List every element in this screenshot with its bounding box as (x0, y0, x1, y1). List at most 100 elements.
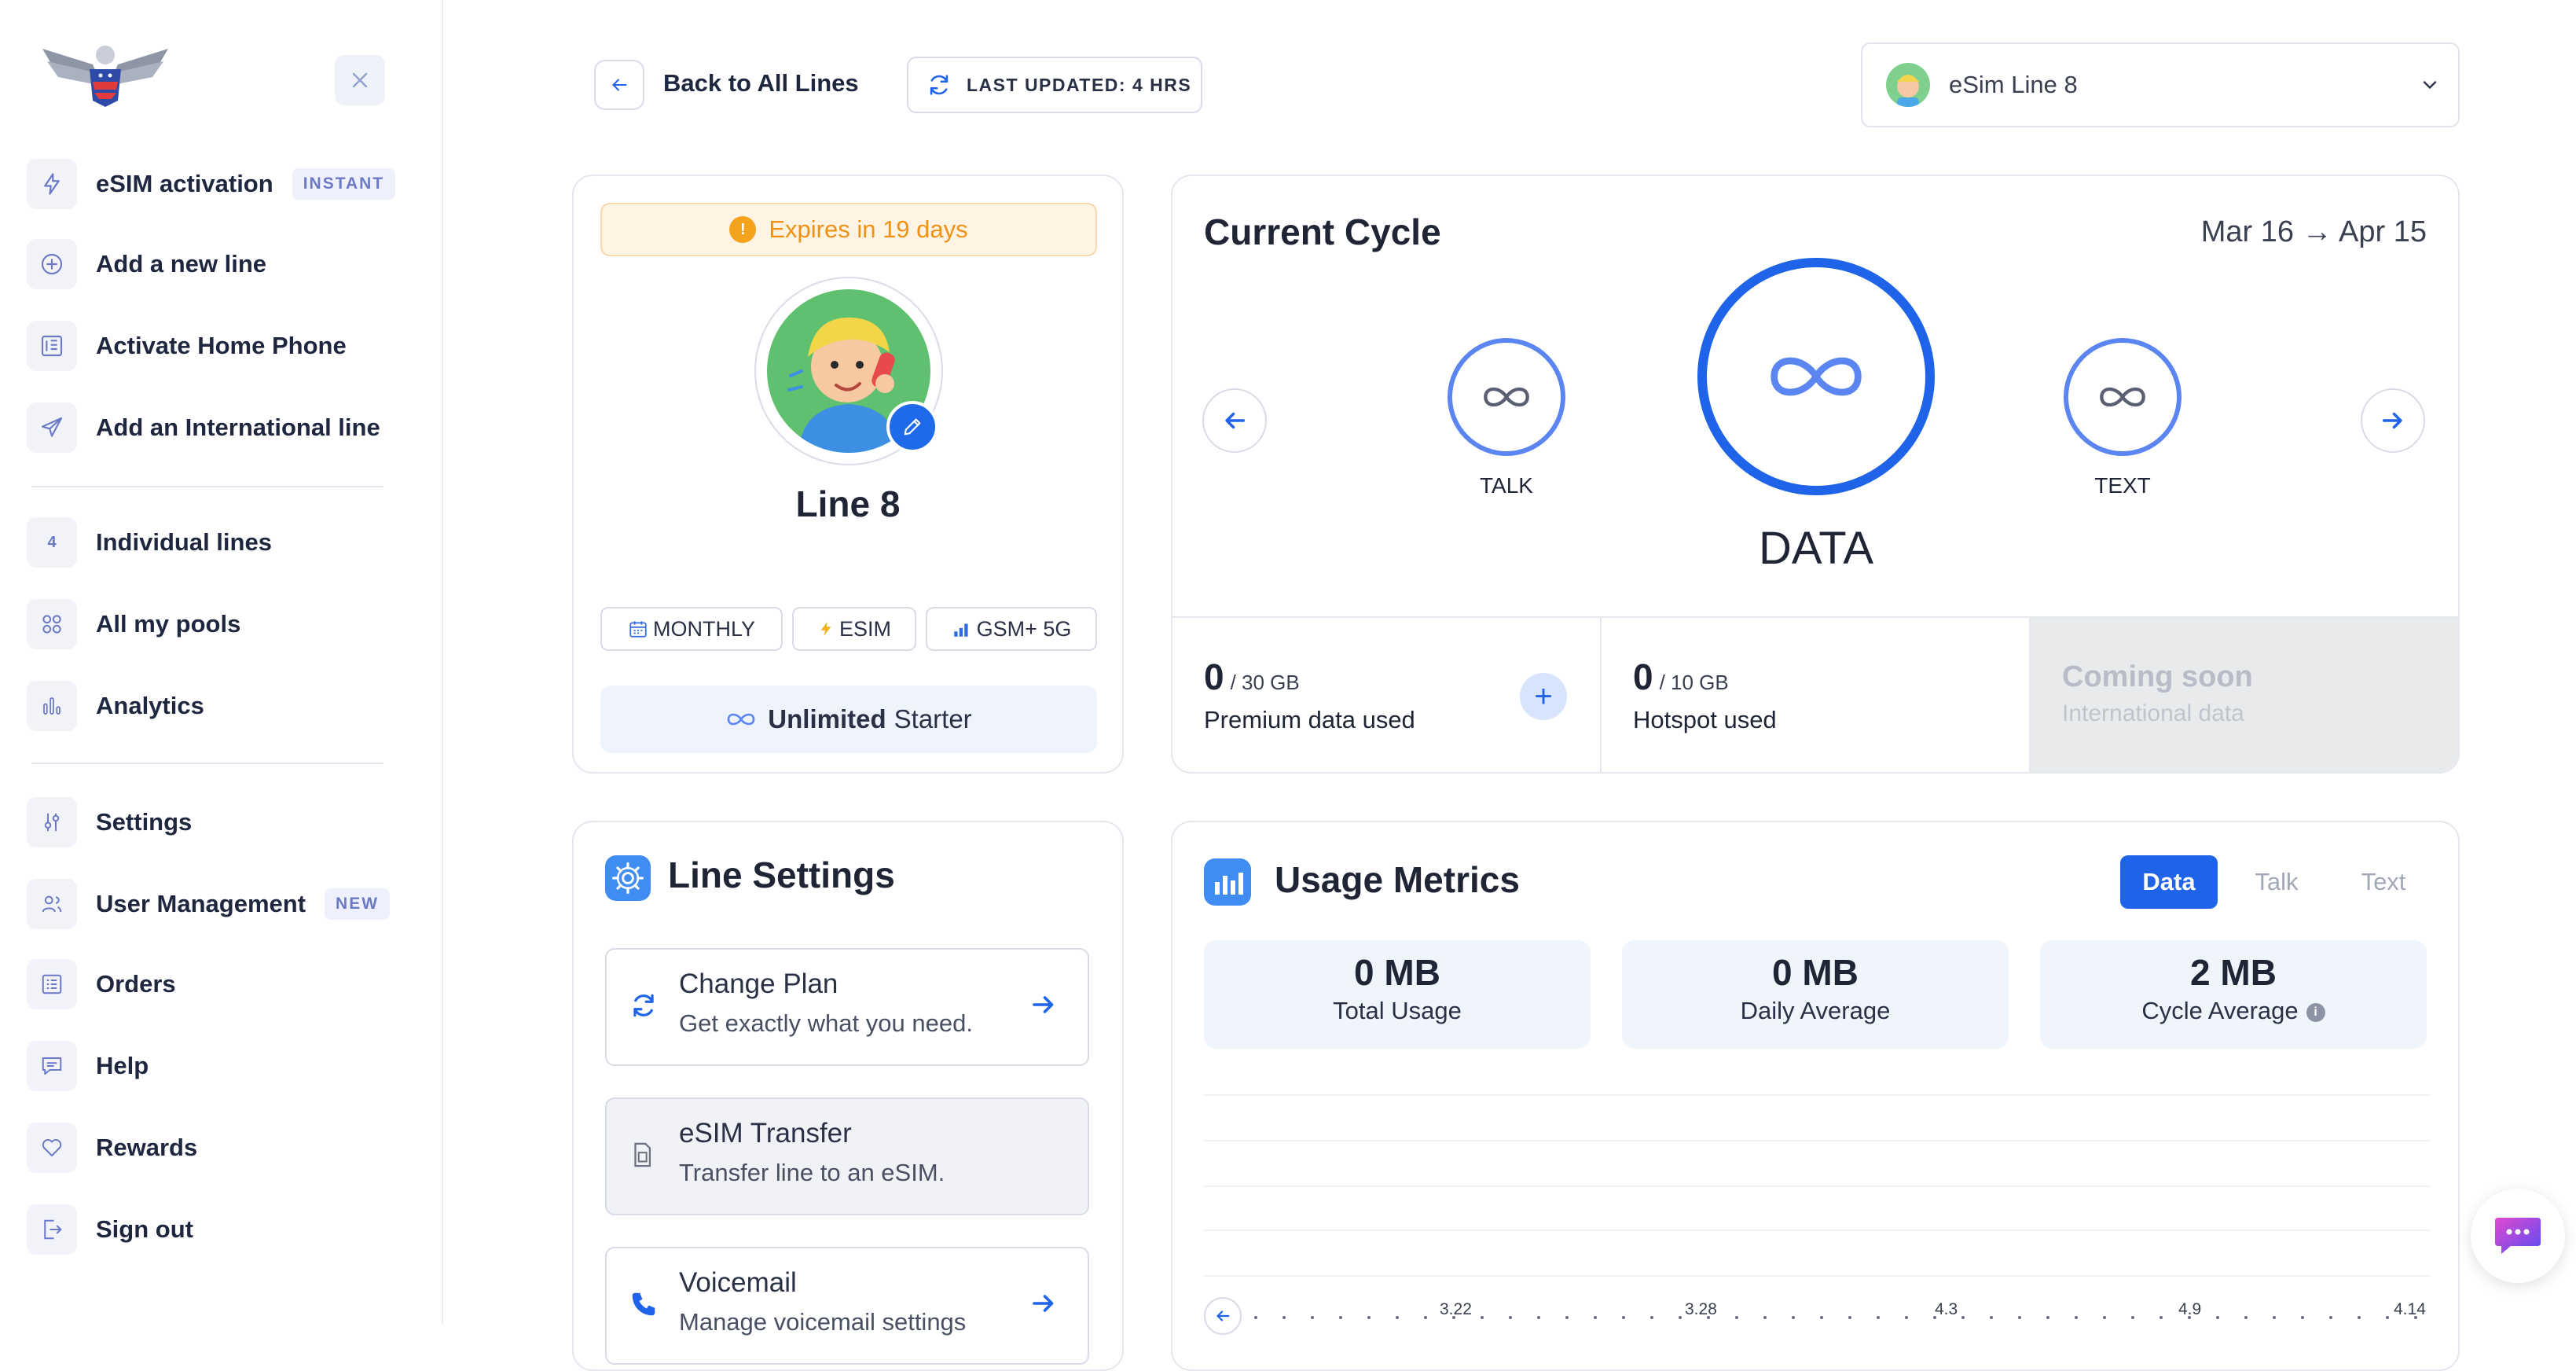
talk-ring[interactable] (1448, 338, 1565, 456)
setting-title: eSIM Transfer (679, 1118, 852, 1149)
phone-keypad-icon (27, 321, 77, 371)
usage-metrics-card: Usage Metrics Data Talk Text 0 MB Total … (1171, 821, 2460, 1371)
axis-dot (2386, 1316, 2389, 1319)
arrow-right-icon (1033, 996, 1054, 1013)
chart-x-axis: 3.22 3.28 4.3 4.9 4.14 (1204, 1294, 2430, 1341)
setting-subtitle: Transfer line to an eSIM. (679, 1159, 945, 1186)
nav-label: Analytics (96, 692, 204, 719)
nav-individual-lines[interactable]: 4 Individual lines (27, 517, 420, 568)
nav-activate-home-phone[interactable]: Activate Home Phone (27, 321, 420, 371)
axis-dot (2244, 1316, 2248, 1319)
nav-add-international-line[interactable]: Add an International line (27, 402, 420, 453)
nav-label: Help (96, 1052, 149, 1079)
axis-dot (1565, 1316, 1569, 1319)
nav-add-new-line[interactable]: Add a new line (27, 239, 420, 289)
back-button[interactable] (594, 60, 644, 110)
instant-badge: INSTANT (292, 168, 396, 200)
line-avatar (1886, 63, 1930, 107)
axis-dot (2273, 1316, 2276, 1319)
nav-label: Individual lines (96, 528, 272, 556)
nav-label: Rewards (96, 1134, 198, 1161)
plus-circle-icon (27, 239, 77, 289)
hotspot-stat: 0/ 10 GB Hotspot used (1602, 618, 2031, 772)
next-cycle-button[interactable] (2361, 388, 2425, 453)
nav-sign-out[interactable]: Sign out (27, 1204, 420, 1255)
back-to-all-lines-link[interactable]: Back to All Lines (663, 69, 859, 97)
esim-transfer-button[interactable]: eSIM Transfer Transfer line to an eSIM. (605, 1097, 1089, 1215)
plan-name-bar[interactable]: Unlimited Starter (600, 686, 1097, 753)
axis-tick-label: 4.3 (1935, 1300, 1958, 1318)
chart-gridline (1204, 1094, 2430, 1096)
axis-tick-label: 4.9 (2178, 1300, 2202, 1318)
nav-all-my-pools[interactable]: All my pools (27, 599, 420, 649)
nav-label: Sign out (96, 1215, 193, 1243)
nav-rewards[interactable]: Rewards (27, 1123, 420, 1173)
nav-orders[interactable]: Orders (27, 959, 420, 1009)
edit-avatar-button[interactable] (886, 401, 938, 453)
setting-title: Voicemail (679, 1267, 797, 1298)
tab-text[interactable]: Text (2340, 855, 2427, 909)
metric-value: 0 MB (1354, 952, 1440, 993)
pencil-icon (904, 418, 921, 436)
logo-icon[interactable] (38, 41, 173, 107)
info-icon[interactable]: i (2306, 1002, 2325, 1022)
axis-dot (1650, 1316, 1653, 1319)
calendar-icon (629, 621, 647, 638)
setting-title: Change Plan (679, 969, 838, 999)
text-ring[interactable] (2064, 338, 2182, 456)
international-data-stat: Coming soon International data (2031, 618, 2458, 772)
nav-label: User Management (96, 890, 306, 917)
nav-label: Settings (96, 808, 193, 836)
expiry-banner: ! Expires in 19 days (600, 203, 1097, 256)
arrow-right-icon (1033, 1295, 1054, 1312)
axis-dot (1877, 1316, 1880, 1319)
plan-name-rest: Starter (894, 704, 972, 733)
axis-dot (2075, 1316, 2078, 1319)
nav-settings[interactable]: Settings (27, 797, 420, 847)
voicemail-button[interactable]: Voicemail Manage voicemail settings (605, 1247, 1089, 1365)
usage-metrics-title: Usage Metrics (1275, 859, 1520, 900)
add-data-button[interactable]: + (1520, 673, 1567, 720)
nav-divider (31, 486, 383, 487)
change-plan-button[interactable]: Change Plan Get exactly what you need. (605, 948, 1089, 1066)
chart-prev-button[interactable] (1204, 1297, 1242, 1335)
tab-talk[interactable]: Talk (2233, 855, 2320, 909)
pools-icon (27, 599, 77, 649)
line-name: Line 8 (795, 483, 901, 524)
axis-dot (1254, 1316, 1257, 1319)
chart-gridline (1204, 1229, 2430, 1231)
sim-card-icon (634, 1142, 651, 1167)
chip-esim: ESIM (792, 607, 916, 651)
nav-analytics[interactable]: Analytics (27, 681, 420, 731)
list-icon (27, 959, 77, 1009)
nav-user-management[interactable]: User Management NEW (27, 879, 420, 929)
metric-label: Cycle Average i (2040, 997, 2427, 1025)
hotspot-label: Hotspot used (1633, 706, 1777, 733)
prev-cycle-button[interactable] (1202, 388, 1267, 453)
chevron-down-icon (2423, 81, 2437, 90)
axis-dot (1339, 1316, 1342, 1319)
last-updated-button[interactable]: LAST UPDATED: 4 HRS (907, 57, 1202, 113)
infinity-icon (2100, 387, 2145, 407)
text-label: TEXT (2094, 473, 2151, 498)
nav-esim-activation[interactable]: eSIM activation INSTANT (27, 159, 420, 209)
cycle-title: Current Cycle (1204, 211, 1441, 252)
axis-dot (1282, 1316, 1286, 1319)
chart-gridline (1204, 1140, 2430, 1141)
bar-chart-icon (27, 681, 77, 731)
new-badge: NEW (325, 888, 391, 920)
axis-dot (2301, 1316, 2304, 1319)
axis-dot (1848, 1316, 1851, 1319)
nav-help[interactable]: Help (27, 1041, 420, 1091)
tab-data[interactable]: Data (2120, 855, 2218, 909)
axis-dot (2160, 1316, 2163, 1319)
phone-icon (632, 1292, 655, 1316)
close-sidebar-button[interactable] (335, 55, 385, 105)
axis-tick-label: 3.22 (1440, 1300, 1472, 1318)
sliders-icon (27, 797, 77, 847)
chip-monthly: MONTHLY (600, 607, 783, 651)
data-ring[interactable] (1697, 258, 1935, 495)
line-select-dropdown[interactable]: eSim Line 8 (1861, 42, 2460, 127)
chat-support-button[interactable] (2471, 1189, 2565, 1283)
axis-dot (2131, 1316, 2134, 1319)
